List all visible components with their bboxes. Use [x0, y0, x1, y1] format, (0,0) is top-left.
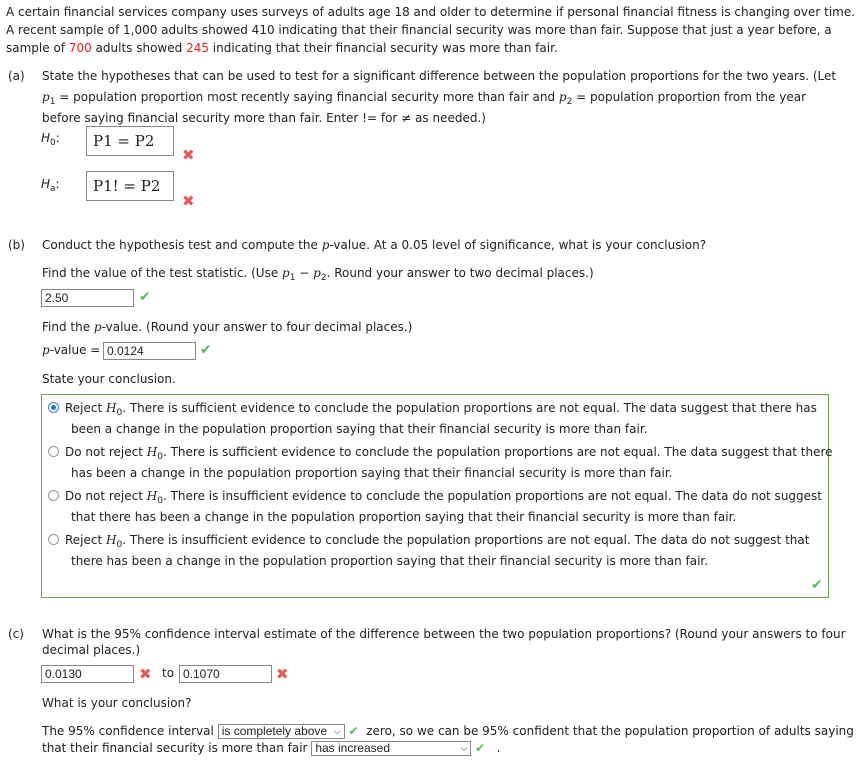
part-c-prompt-line2: decimal places.) [42, 643, 141, 657]
choice-text-1: . There is insufficient evidence to conc… [122, 533, 810, 547]
prompt-text: -value. (Round your answer to four decim… [101, 320, 413, 334]
part-c-prompt-line1: What is the 95% confidence interval esti… [42, 627, 846, 641]
choice-text-1: . There is sufficient evidence to conclu… [122, 401, 817, 415]
choice-lead: Reject [65, 401, 107, 415]
radio-button[interactable] [48, 446, 59, 457]
part-a-prompt: State the hypotheses that can be used to… [42, 66, 842, 129]
minus: − [295, 266, 314, 280]
choice-text: Reject H0. There is insufficient evidenc… [65, 530, 840, 572]
intro-text: adults showed [91, 41, 187, 55]
choice-text-2: has been a change in the population prop… [71, 466, 673, 480]
change-direction-select[interactable]: has increased ⌵ [311, 741, 472, 756]
colon: : [55, 177, 60, 191]
p-symbol: p [93, 320, 102, 334]
choice-text: Do not reject H0. There is sufficient ev… [65, 442, 840, 484]
correct-icon: ✔ [348, 724, 359, 738]
prompt-text: State the hypotheses that can be used to… [42, 69, 837, 83]
p1-symbol: p [282, 266, 290, 280]
correct-icon: ✔ [139, 289, 151, 305]
h-symbol: H [41, 131, 51, 145]
h0-label: H0: [41, 131, 60, 148]
radio-button[interactable] [48, 490, 59, 501]
prompt-text: Find the [42, 320, 94, 334]
choice-text-2: been a change in the population proporti… [71, 422, 648, 436]
conclusion-choices: Reject H0. There is sufficient evidence … [41, 394, 833, 598]
h-symbol: H [146, 445, 158, 459]
select-value: has increased [315, 741, 391, 755]
to-label: to [162, 666, 175, 680]
pvalue-prompt: Find the p-value. (Round your answer to … [42, 320, 412, 334]
incorrect-icon: ✖ [139, 665, 152, 683]
radio-button[interactable] [48, 534, 59, 545]
choice-text-1: . There is sufficient evidence to conclu… [162, 445, 833, 459]
choice-lead: Do not reject [65, 445, 147, 459]
period: . [496, 741, 501, 755]
prompt-text: Find the value of the test statistic. (U… [42, 266, 283, 280]
part-b-label: (b) [8, 238, 25, 252]
part-a-label: (a) [8, 69, 25, 83]
h-symbol: H [106, 533, 117, 547]
p-symbol: p [42, 343, 50, 357]
prompt-text: Conduct the hypothesis test and compute … [42, 238, 322, 252]
sentence-text: that their financial security is more th… [42, 741, 308, 755]
pvalue-label: p-value = [42, 343, 100, 357]
choice-lead: Do not reject [65, 489, 147, 503]
interval-position-select[interactable]: is completely above ⌵ [217, 724, 345, 739]
choice-reject-insufficient[interactable]: Reject H0. There is insufficient evidenc… [46, 530, 840, 572]
incorrect-icon: ✖ [182, 146, 195, 164]
h-symbol: H [146, 489, 158, 503]
ha-input[interactable]: P1! = P2 [86, 171, 174, 201]
sentence-text: The 95% confidence interval [42, 724, 214, 738]
previous-success-count: 245 [186, 41, 209, 55]
choice-text-2: that there has been a change in the popu… [71, 510, 737, 524]
correct-icon: ✔ [475, 741, 486, 755]
ci-lower-input[interactable]: 0.0130 [41, 665, 134, 683]
label-text: -value = [49, 343, 101, 357]
prompt-text: -value. At a 0.05 level of significance,… [329, 238, 707, 252]
choice-text-1: . There is insufficient evidence to conc… [162, 489, 822, 503]
choice-reject-sufficient[interactable]: Reject H0. There is sufficient evidence … [46, 398, 840, 440]
choice-text: Reject H0. There is sufficient evidence … [65, 398, 840, 440]
incorrect-icon: ✖ [276, 665, 289, 683]
chevron-down-icon: ⌵ [333, 726, 341, 736]
choice-lead: Reject [65, 533, 107, 547]
sentence-text: zero, so we can be 95% confident that th… [366, 724, 854, 738]
choice-text: Do not reject H0. There is insufficient … [65, 486, 840, 528]
h0-input[interactable]: P1 = P2 [86, 126, 174, 156]
radio-button[interactable] [48, 402, 59, 413]
colon: : [55, 131, 60, 145]
ci-conclusion-prompt: What is your conclusion? [42, 696, 192, 710]
incorrect-icon: ✖ [182, 192, 195, 210]
test-statistic-prompt: Find the value of the test statistic. (U… [42, 266, 594, 283]
problem-statement: A certain financial services company use… [6, 3, 856, 57]
correct-icon: ✔ [200, 342, 212, 358]
ci-upper-input[interactable]: 0.1070 [179, 665, 272, 683]
ci-conclusion-sentence: The 95% confidence interval is completel… [42, 723, 854, 757]
pvalue-input[interactable]: 0.0124 [103, 342, 196, 360]
choice-do-not-reject-insufficient[interactable]: Do not reject H0. There is insufficient … [46, 486, 840, 528]
chevron-down-icon: ⌵ [460, 743, 468, 753]
select-value: is completely above [221, 724, 328, 738]
conclusion-prompt: State your conclusion. [42, 372, 176, 386]
test-statistic-input[interactable]: 2.50 [41, 289, 134, 307]
previous-sample-size: 700 [68, 41, 92, 55]
h-symbol: H [106, 401, 117, 415]
p2-symbol: p [558, 90, 567, 104]
p2-symbol: p [313, 266, 321, 280]
choice-do-not-reject-sufficient[interactable]: Do not reject H0. There is sufficient ev… [46, 442, 840, 484]
h-symbol: H [41, 177, 51, 191]
prompt-text: = population proportion most recently sa… [55, 90, 559, 104]
ha-label: Ha: [41, 177, 60, 194]
part-b-prompt: Conduct the hypothesis test and compute … [42, 238, 706, 252]
correct-icon: ✔ [811, 577, 823, 593]
p1-symbol: p [42, 90, 50, 104]
intro-text: indicating that their financial security… [208, 41, 558, 55]
prompt-text: . Round your answer to two decimal place… [326, 266, 594, 280]
part-c-label: (c) [8, 627, 24, 641]
choice-text-2: there has been a change in the populatio… [71, 554, 709, 568]
